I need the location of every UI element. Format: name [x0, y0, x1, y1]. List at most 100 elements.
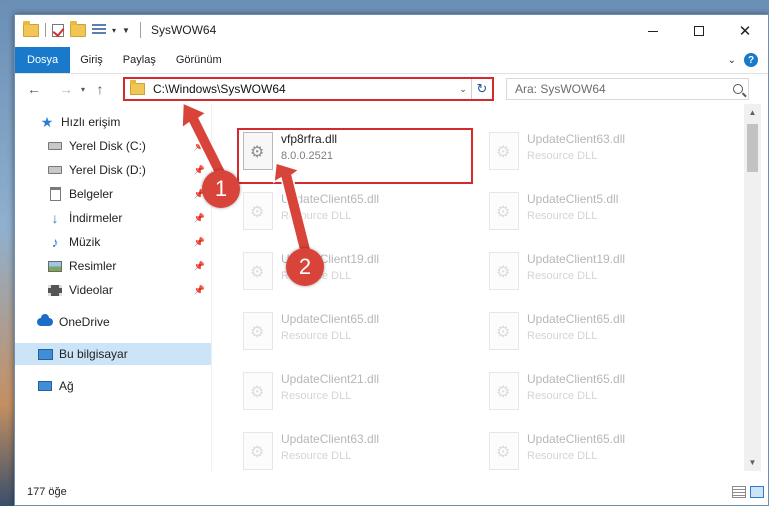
address-bar[interactable]: C:\Windows\SysWOW64 ⌄ ↻: [123, 77, 494, 101]
vertical-scrollbar[interactable]: ▲ ▼: [744, 104, 761, 471]
sidebar-item-label: Resimler: [69, 259, 117, 273]
scroll-down-arrow-icon[interactable]: ▼: [744, 454, 761, 471]
file-name: UpdateClient63.dll: [527, 132, 626, 146]
pin-icon[interactable]: 📌: [194, 165, 205, 176]
sidebar-item-documents[interactable]: Belgeler 📌: [15, 183, 211, 205]
status-bar: 177 öğe: [15, 477, 768, 505]
sidebar-item-label: Bu bilgisayar: [59, 347, 128, 361]
customize-chevron-icon[interactable]: ▾: [112, 26, 116, 35]
quick-access-toolbar: ▾ ▼ SysWOW64: [23, 20, 217, 38]
sidebar-item-music[interactable]: ♪ Müzik 📌: [15, 231, 211, 253]
file-tile[interactable]: UpdateClient63.dll Resource DLL: [483, 128, 723, 184]
file-tile[interactable]: UpdateClient5.dll Resource DLL: [483, 188, 723, 244]
sidebar-item-local-disk-c[interactable]: Yerel Disk (C:) 📌: [15, 135, 211, 157]
sidebar-item-videos[interactable]: Videolar 📌: [15, 279, 211, 301]
pin-icon[interactable]: 📌: [194, 261, 205, 272]
customize-dropdown-icon[interactable]: ▼: [122, 26, 130, 35]
dll-file-icon: [243, 432, 273, 470]
file-list: vfp8rfra.dll 8.0.0.2521 UpdateClient63.d…: [215, 107, 743, 471]
sidebar-item-label: İndirmeler: [69, 211, 123, 225]
address-dropdown-chevron-icon[interactable]: ⌄: [455, 79, 472, 99]
sidebar-item-local-disk-d[interactable]: Yerel Disk (D:) 📌: [15, 159, 211, 181]
expand-ribbon-chevron-icon[interactable]: ⌄: [728, 55, 736, 66]
scroll-thumb[interactable]: [747, 124, 758, 172]
file-tile[interactable]: UpdateClient65.dll Resource DLL: [237, 308, 477, 364]
search-icon[interactable]: [728, 84, 748, 94]
file-name: UpdateClient19.dll: [281, 252, 380, 266]
file-type: Resource DLL: [527, 150, 598, 162]
window-controls: ✕: [630, 15, 768, 47]
address-path[interactable]: C:\Windows\SysWOW64: [153, 82, 455, 96]
videos-icon: [47, 283, 63, 297]
sidebar-item-this-pc[interactable]: Bu bilgisayar: [15, 343, 211, 365]
dll-file-icon: [489, 372, 519, 410]
folder-icon[interactable]: [23, 20, 39, 37]
file-tile[interactable]: UpdateClient21.dll Resource DLL: [237, 368, 477, 424]
pin-icon[interactable]: 📌: [194, 285, 205, 296]
file-name: UpdateClient63.dll: [281, 432, 380, 446]
tab-home[interactable]: Giriş: [70, 47, 113, 73]
dll-file-icon: [243, 252, 273, 290]
drive-icon: [47, 139, 63, 153]
sidebar-item-label: Belgeler: [69, 187, 114, 201]
file-name: UpdateClient21.dll: [281, 372, 380, 386]
up-button[interactable]: ↑: [89, 78, 111, 100]
documents-icon: [47, 187, 63, 201]
tiles-view-icon[interactable]: [750, 486, 764, 498]
sidebar-item-quick-access[interactable]: ★ Hızlı erişim: [15, 111, 211, 133]
scroll-up-arrow-icon[interactable]: ▲: [744, 104, 761, 121]
star-icon: ★: [40, 113, 54, 130]
divider: [139, 22, 141, 38]
tab-file[interactable]: Dosya: [15, 47, 71, 73]
file-type: Resource DLL: [527, 390, 598, 402]
refresh-icon[interactable]: ↻: [472, 81, 492, 97]
sidebar-item-network[interactable]: Ağ: [15, 375, 211, 397]
downloads-icon: ↓: [51, 210, 59, 226]
dll-file-icon: [489, 312, 519, 350]
forward-button[interactable]: →: [55, 78, 77, 100]
file-type: Resource DLL: [281, 330, 352, 342]
properties-icon[interactable]: [92, 24, 106, 36]
file-tile[interactable]: UpdateClient65.dll Resource DLL: [237, 188, 477, 244]
file-tile[interactable]: UpdateClient19.dll Resource DLL: [483, 248, 723, 304]
window-title: SysWOW64: [150, 23, 217, 37]
pane-divider[interactable]: [211, 104, 212, 471]
pin-icon[interactable]: 📌: [194, 237, 205, 248]
details-view-icon[interactable]: [732, 486, 746, 498]
recent-locations-dropdown[interactable]: ▾: [77, 85, 89, 94]
search-box[interactable]: Ara: SysWOW64: [506, 78, 749, 100]
file-tile[interactable]: UpdateClient65.dll Resource DLL: [483, 308, 723, 364]
pin-icon[interactable]: 📌: [194, 213, 205, 224]
pin-icon[interactable]: 📌: [194, 189, 205, 200]
tab-share[interactable]: Paylaş: [113, 47, 166, 73]
file-name: UpdateClient65.dll: [527, 312, 626, 326]
properties-check-icon[interactable]: [52, 23, 64, 37]
file-tile[interactable]: UpdateClient19.dll Resource DLL: [237, 248, 477, 304]
sidebar-item-downloads[interactable]: ↓ İndirmeler 📌: [15, 207, 211, 229]
back-button[interactable]: ←: [23, 78, 45, 100]
sidebar-item-pictures[interactable]: Resimler 📌: [15, 255, 211, 277]
help-icon[interactable]: ?: [744, 53, 758, 67]
close-button[interactable]: ✕: [722, 15, 768, 47]
file-name: UpdateClient65.dll: [281, 192, 380, 206]
divider: [45, 23, 46, 37]
minimize-button[interactable]: [630, 15, 676, 47]
file-type: Resource DLL: [527, 330, 598, 342]
file-type: Resource DLL: [281, 210, 352, 222]
tab-view[interactable]: Görünüm: [166, 47, 232, 73]
dll-file-icon: [489, 432, 519, 470]
pin-icon[interactable]: 📌: [194, 141, 205, 152]
maximize-button[interactable]: [676, 15, 722, 47]
dll-file-icon: [489, 192, 519, 230]
file-name: UpdateClient65.dll: [527, 432, 626, 446]
search-input[interactable]: Ara: SysWOW64: [515, 82, 728, 96]
file-tile[interactable]: UpdateClient63.dll Resource DLL: [237, 428, 477, 471]
new-folder-icon[interactable]: [70, 20, 86, 37]
sidebar-item-label: Yerel Disk (C:): [69, 139, 146, 153]
title-bar: ▾ ▼ SysWOW64 ✕: [15, 15, 768, 47]
file-tile[interactable]: UpdateClient65.dll Resource DLL: [483, 428, 723, 471]
sidebar-item-onedrive[interactable]: OneDrive: [15, 311, 211, 333]
dll-file-icon: [243, 192, 273, 230]
file-tile[interactable]: UpdateClient65.dll Resource DLL: [483, 368, 723, 424]
cloud-icon: [37, 314, 53, 329]
